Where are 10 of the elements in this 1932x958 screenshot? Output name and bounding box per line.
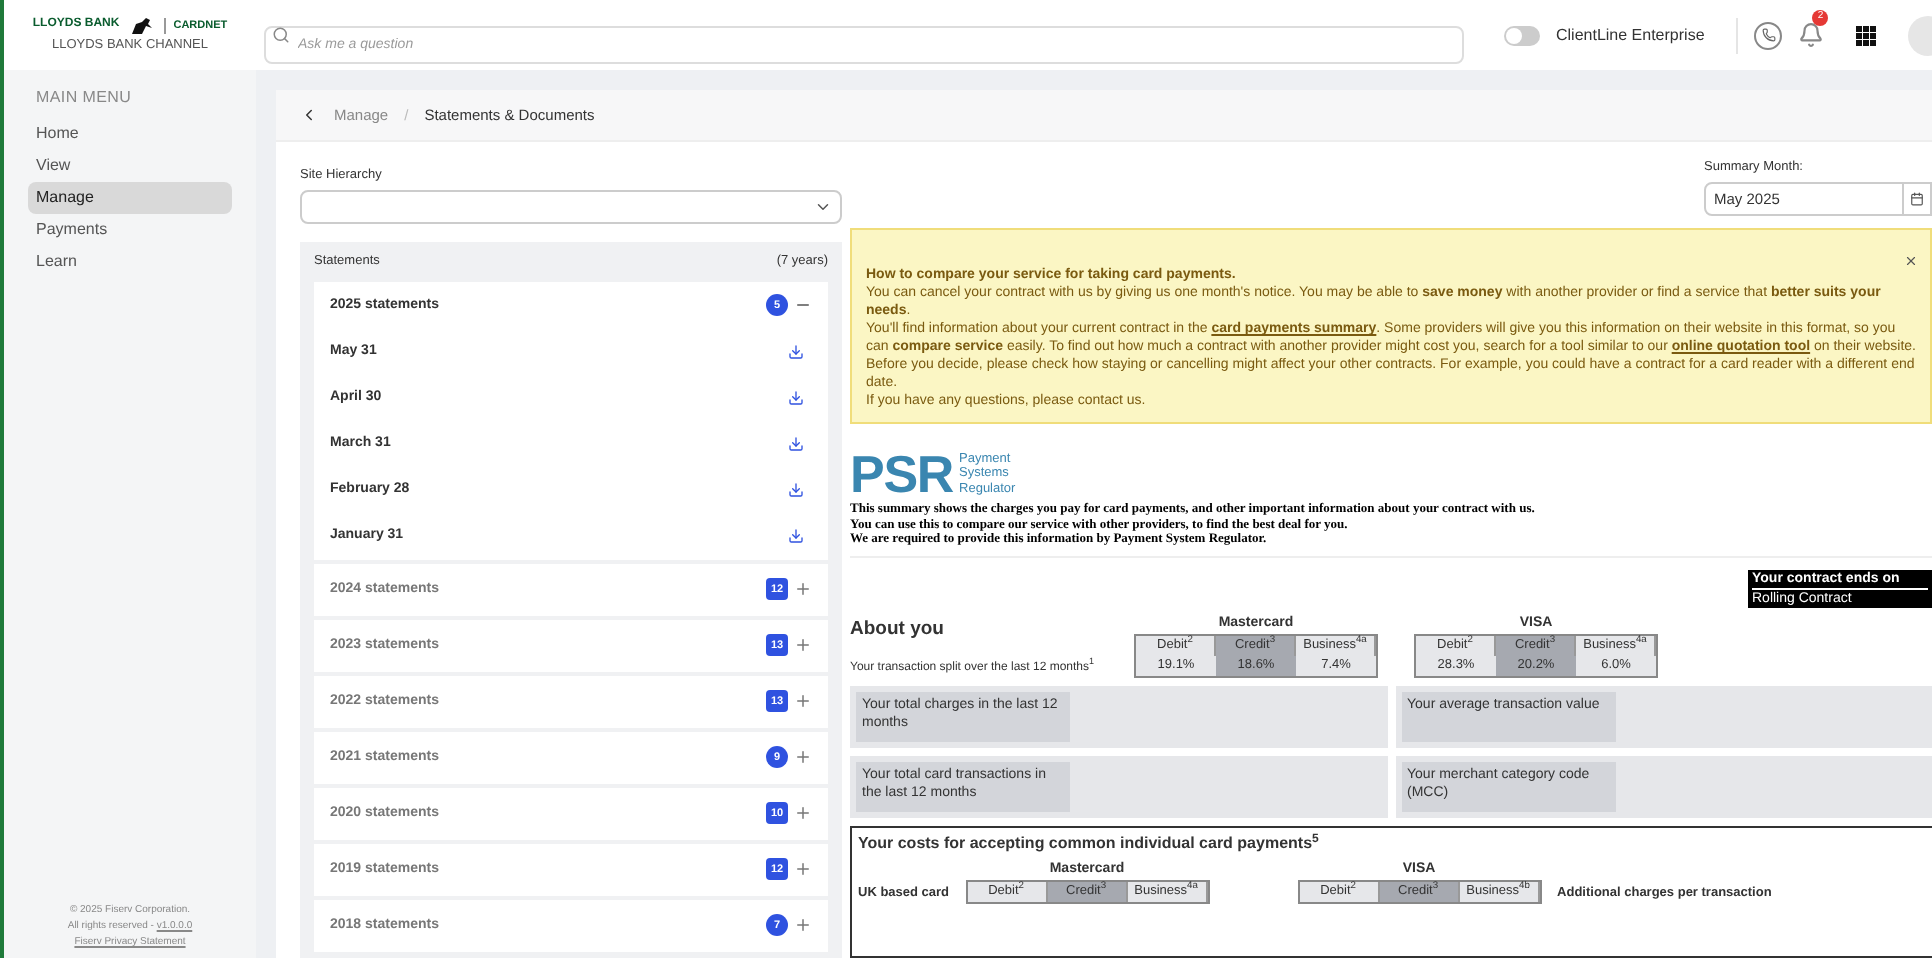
menu-item[interactable]: Learn <box>28 246 232 278</box>
menu-item[interactable]: Manage <box>28 182 232 214</box>
toggle-label: ClientLine Enterprise <box>1556 23 1705 47</box>
section-title: Your costs for accepting common individual card payments$^{5}$ <box>858 833 1321 853</box>
menu-item[interactable]: Home <box>28 118 232 150</box>
section-title: About you <box>850 616 946 645</box>
menu-item[interactable]: View <box>28 150 232 182</box>
psr-logo-mark: PSR <box>850 450 954 498</box>
menu-item[interactable]: Payments <box>28 214 232 246</box>
menu-heading: MAIN MENU <box>34 86 134 110</box>
